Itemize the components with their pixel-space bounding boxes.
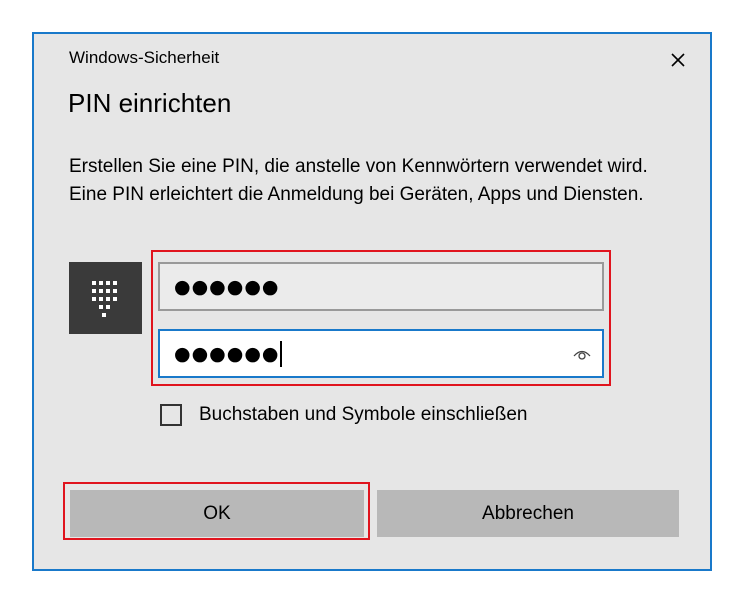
pin-icon-tile bbox=[69, 262, 142, 334]
annotation-highlight-pin-fields bbox=[151, 250, 611, 386]
include-letters-symbols-checkbox[interactable] bbox=[160, 404, 182, 426]
dialog-heading: PIN einrichten bbox=[68, 88, 232, 118]
pin-setup-dialog: Windows-Sicherheit PIN einrichten Erstel… bbox=[32, 32, 712, 571]
window-title: Windows-Sicherheit bbox=[69, 48, 220, 67]
cancel-button[interactable]: Abbrechen bbox=[377, 490, 679, 537]
annotation-highlight-ok-button bbox=[63, 482, 370, 540]
dialog-description: Erstellen Sie eine PIN, die anstelle von… bbox=[69, 156, 648, 205]
include-letters-symbols-label: Buchstaben und Symbole einschließen bbox=[199, 404, 528, 425]
close-icon bbox=[671, 53, 685, 67]
keypad-icon bbox=[92, 281, 117, 317]
include-letters-symbols-option[interactable]: Buchstaben und Symbole einschließen bbox=[160, 404, 527, 426]
close-button[interactable] bbox=[662, 44, 694, 76]
